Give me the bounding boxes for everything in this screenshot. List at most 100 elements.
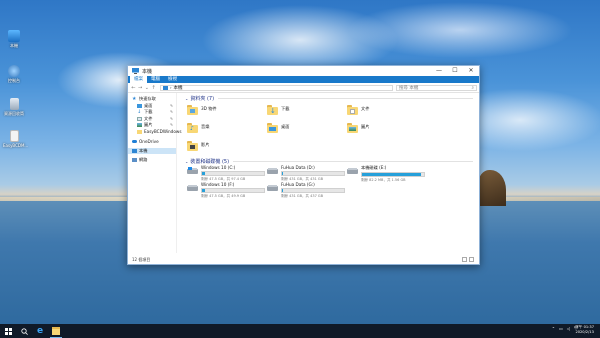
- wallpaper-rock: [478, 170, 506, 206]
- drive-name: Windows 10 (F:): [201, 182, 235, 187]
- drives-section-header[interactable]: ⌄ 裝置和磁碟機 (5): [185, 158, 479, 165]
- taskbar-ie-button[interactable]: e: [32, 324, 48, 338]
- network-icon[interactable]: ▭: [559, 326, 563, 331]
- window-titlebar[interactable]: 本機 — ☐ ✕: [128, 66, 479, 76]
- drive-item-c[interactable]: Windows 10 (C:) 剩餘 47.5 GB，共 97.4 GB: [187, 165, 265, 182]
- details-view-icon[interactable]: [462, 257, 467, 262]
- navigation-pane: ★ 快速存取 桌面 ✎ ↓ 下載 ✎ 文件 ✎ 圖片 ✎ EasyBCDWind…: [128, 93, 182, 253]
- drive-item-f[interactable]: Windows 10 (F:) 剩餘 47.5 GB，共 49.9 GB: [187, 182, 265, 199]
- clock-date: 2020/2/13: [575, 330, 594, 334]
- drive-name: Windows 10 (C:): [201, 165, 236, 170]
- large-icons-view-icon[interactable]: [469, 257, 474, 262]
- sidebar-item-label: 桌面: [144, 102, 153, 108]
- file-explorer-window: 本機 — ☐ ✕ 檔案 電腦 檢視 ← → ⌄ ↑ › 本機 搜尋 本機 ⌕ ★: [127, 65, 480, 265]
- sidebar-item-label: 本機: [139, 147, 148, 153]
- folders-section-header[interactable]: ⌄ 資料夾 (7): [185, 95, 479, 102]
- drive-usage-fill: [362, 173, 421, 176]
- desktop-icon-file[interactable]: EasyBCDM...: [3, 130, 29, 148]
- drive-item-e[interactable]: 本機磁碟 (E:) 剩餘 82.2 MB，共 1.56 GB: [347, 165, 425, 183]
- pin-icon[interactable]: ✎: [170, 117, 173, 121]
- drive-usage-fill: [202, 172, 206, 175]
- cloud-icon: [132, 139, 137, 143]
- downloads-folder-icon: ↓: [267, 104, 278, 116]
- drive-name: FuHua Data (D:): [281, 165, 315, 170]
- folder-item-music[interactable]: ♪ 音樂: [187, 122, 209, 134]
- tab-computer[interactable]: 電腦: [147, 76, 164, 83]
- sidebar-item-label: 快速存取: [139, 96, 156, 102]
- drive-grid: Windows 10 (C:) 剩餘 47.5 GB，共 97.4 GB FuH…: [185, 165, 479, 205]
- ie-icon: e: [36, 325, 44, 336]
- hard-drive-icon: [347, 167, 358, 175]
- pin-icon[interactable]: ✎: [170, 123, 173, 127]
- taskbar-clock[interactable]: 下午 01:37 2020/2/13: [575, 325, 594, 335]
- pin-icon[interactable]: ✎: [170, 104, 173, 108]
- up-arrow-icon[interactable]: ↑: [150, 85, 157, 91]
- tab-file[interactable]: 檔案: [130, 76, 147, 83]
- sidebar-item-network[interactable]: 網路: [128, 157, 176, 164]
- taskbar-file-explorer-button[interactable]: [48, 324, 64, 338]
- taskbar-search-button[interactable]: [16, 324, 32, 338]
- folder-name: 文件: [361, 106, 370, 111]
- window-title: 本機: [142, 68, 153, 75]
- desktop-icon-label: 控制台: [8, 78, 20, 83]
- chevron-down-icon[interactable]: ⌄: [143, 85, 150, 91]
- drive-item-g[interactable]: FuHua Data (G:) 剩餘 431 GB，共 437 GB: [267, 182, 345, 199]
- search-input[interactable]: 搜尋 本機 ⌕: [395, 84, 477, 91]
- folder-name: 3D 物件: [201, 106, 217, 111]
- folder-item-videos[interactable]: 影片: [187, 140, 209, 152]
- folder-name: 下載: [281, 106, 290, 111]
- breadcrumb-chevron-icon: ›: [169, 85, 172, 90]
- drive-usage-bar: [281, 171, 345, 176]
- drive-name: 本機磁碟 (E:): [361, 165, 387, 170]
- close-button[interactable]: ✕: [463, 66, 479, 76]
- pc-icon: [132, 148, 137, 153]
- taskbar: e ⌃ ▭ ◁ 中 下午 01:37 2020/2/13: [0, 324, 600, 338]
- desktop-icon-pc[interactable]: 本機: [3, 30, 25, 48]
- drive-usage-fill: [202, 189, 206, 192]
- network-icon: [132, 158, 137, 163]
- folder-name: 圖片: [361, 124, 370, 129]
- recycle-bin-icon: [9, 98, 19, 110]
- drive-free-space: 剩餘 431 GB，共 437 GB: [281, 194, 324, 198]
- drive-free-space: 剩餘 82.2 MB，共 1.56 GB: [361, 178, 406, 182]
- folder-item-3d-objects[interactable]: 3D 物件: [187, 104, 217, 116]
- desktop-icon-label: 本機: [10, 43, 18, 48]
- sidebar-item-label: OneDrive: [139, 138, 159, 144]
- search-icon: [20, 327, 28, 335]
- pin-icon[interactable]: ✎: [170, 110, 173, 114]
- videos-folder-icon: [187, 140, 198, 152]
- desktop-folder-icon: [137, 103, 142, 108]
- folder-item-documents[interactable]: 文件: [347, 104, 369, 116]
- folder-name: 音樂: [201, 124, 210, 129]
- desktop-icon-label: EasyBCDM...: [3, 143, 29, 148]
- content-pane: ⌄ 資料夾 (7) 3D 物件 ↓ 下載 文件 ♪ 音樂 桌面 圖片 影片 ⌄ …: [177, 93, 479, 253]
- desktop-icon-recycle-bin[interactable]: 資源回收筒: [3, 98, 25, 116]
- download-icon: ↓: [137, 109, 142, 116]
- system-tray: ⌃ ▭ ◁ 中: [552, 325, 578, 331]
- music-folder-icon: ♪: [187, 122, 198, 134]
- minimize-button[interactable]: —: [431, 66, 447, 76]
- documents-folder-icon: [347, 104, 358, 116]
- volume-icon[interactable]: ◁: [567, 326, 570, 331]
- address-field[interactable]: › 本機: [159, 84, 393, 91]
- folder-item-pictures[interactable]: 圖片: [347, 122, 369, 134]
- hard-drive-icon: [187, 167, 198, 175]
- folder-item-downloads[interactable]: ↓ 下載: [267, 104, 289, 116]
- forward-arrow-icon[interactable]: →: [137, 85, 144, 91]
- desktop-icon-label: 資源回收筒: [4, 111, 24, 116]
- section-divider: [218, 98, 473, 99]
- maximize-button[interactable]: ☐: [447, 66, 463, 76]
- folder-item-desktop[interactable]: 桌面: [267, 122, 289, 134]
- drives-section-title: 裝置和磁碟機 (5): [190, 159, 230, 165]
- sidebar-item-label: 下載: [144, 109, 153, 115]
- tab-view[interactable]: 檢視: [164, 76, 181, 83]
- desktop-icon-control-panel[interactable]: 控制台: [3, 65, 25, 83]
- start-button[interactable]: [0, 324, 16, 338]
- back-arrow-icon[interactable]: ←: [130, 85, 137, 91]
- pc-icon: [162, 85, 168, 90]
- drive-usage-bar: [201, 171, 265, 176]
- chevron-up-icon[interactable]: ⌃: [552, 326, 555, 331]
- sidebar-item-label: 文件: [144, 115, 153, 121]
- drive-item-d[interactable]: FuHua Data (D:) 剩餘 431 GB，共 431 GB: [267, 165, 345, 182]
- search-placeholder: 搜尋 本機: [398, 85, 419, 91]
